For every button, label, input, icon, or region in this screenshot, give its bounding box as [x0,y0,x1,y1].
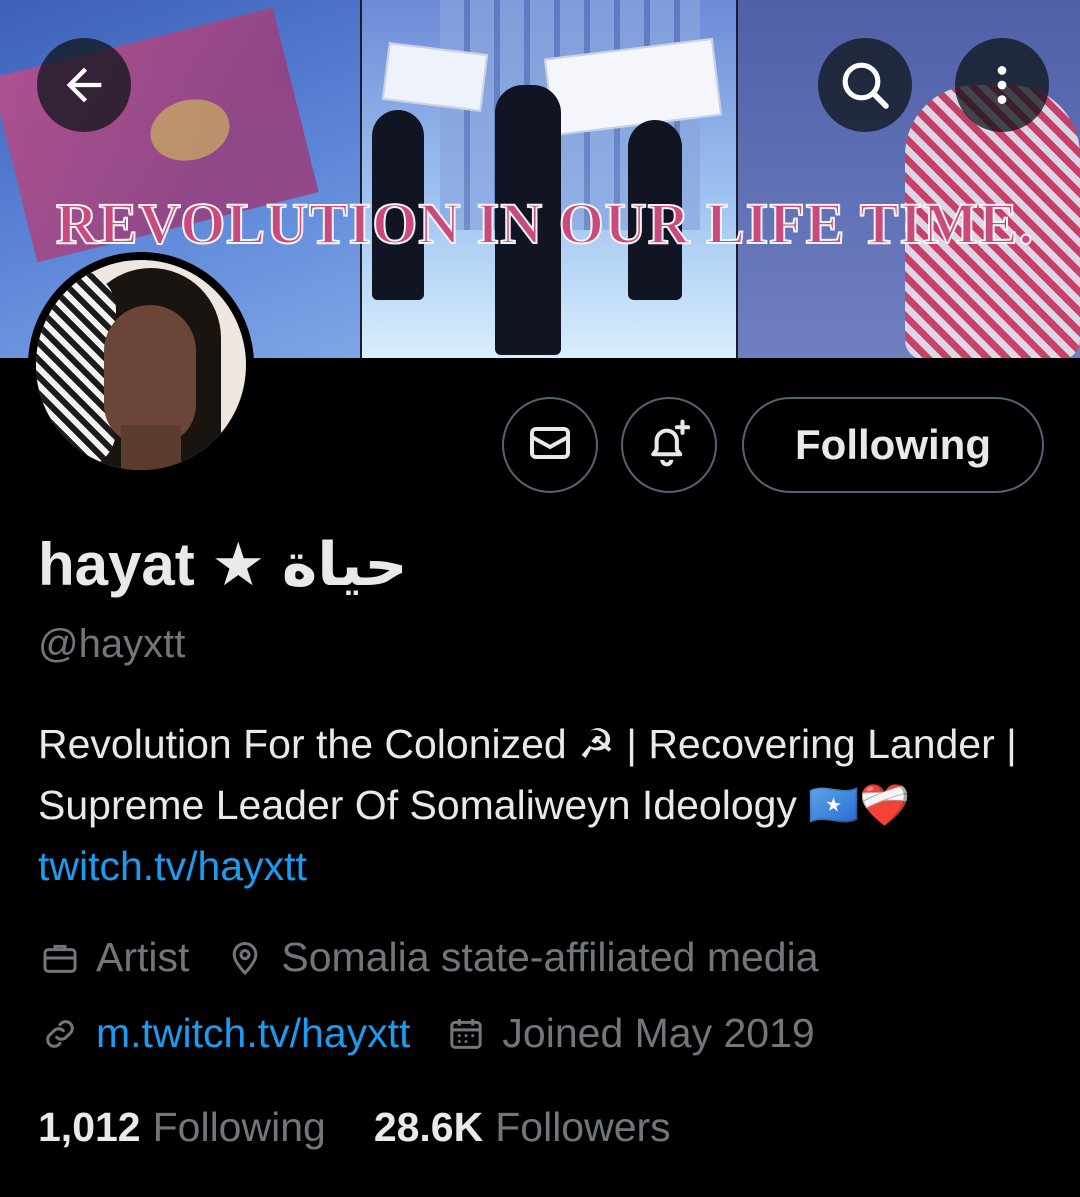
more-options-button[interactable] [955,38,1049,132]
follow-stats: 1,012 Following 28.6K Followers [38,1104,671,1151]
bio-text: Revolution For the Colonized ☭ | Recover… [38,721,1017,828]
avatar[interactable] [28,252,254,478]
following-button[interactable]: Following [742,397,1044,493]
following-count-link[interactable]: 1,012 Following [38,1104,326,1151]
search-icon [837,57,893,113]
avatar-image [36,260,246,470]
avatar-neck [121,425,181,470]
envelope-icon [526,419,574,472]
more-vertical-icon [977,60,1027,110]
category: Artist [38,934,189,981]
followers-count-link[interactable]: 28.6K Followers [374,1104,671,1151]
location-label: Somalia state-affiliated media [281,934,819,980]
arrow-left-icon [58,59,110,111]
profile-meta-row: Artist Somalia state-affiliated media [38,934,819,981]
banner-caption: REVOLUTION IN OUR LIFE TIME. [55,190,1035,257]
bio-link[interactable]: twitch.tv/hayxtt [38,843,307,889]
banner-sign-left [381,42,489,112]
join-date: Joined May 2019 [444,1010,815,1057]
bell-plus-icon [642,416,696,475]
calendar-icon [444,1012,488,1056]
avatar-face [104,305,196,445]
display-name: hayat ★ حياة [38,531,408,598]
link-icon [38,1012,82,1056]
category-label: Artist [96,934,190,980]
notifications-button[interactable] [621,397,717,493]
followers-label: Followers [495,1104,671,1150]
back-button[interactable] [37,38,131,132]
followers-count: 28.6K [373,1104,484,1150]
location: Somalia state-affiliated media [223,934,819,981]
bio: Revolution For the Colonized ☭ | Recover… [38,714,1048,897]
search-button[interactable] [818,38,912,132]
message-button[interactable] [502,397,598,493]
website-link[interactable]: m.twitch.tv/hayxtt [96,1010,410,1057]
website[interactable]: m.twitch.tv/hayxtt [38,1010,410,1057]
briefcase-icon [38,936,82,980]
join-date-label: Joined May 2019 [502,1010,815,1056]
profile-meta-row: m.twitch.tv/hayxtt Joined May 2019 [38,1010,815,1057]
username-handle: @hayxtt [38,622,186,666]
following-count: 1,012 [38,1104,141,1150]
following-label: Following [152,1104,326,1150]
location-pin-icon [223,936,267,980]
